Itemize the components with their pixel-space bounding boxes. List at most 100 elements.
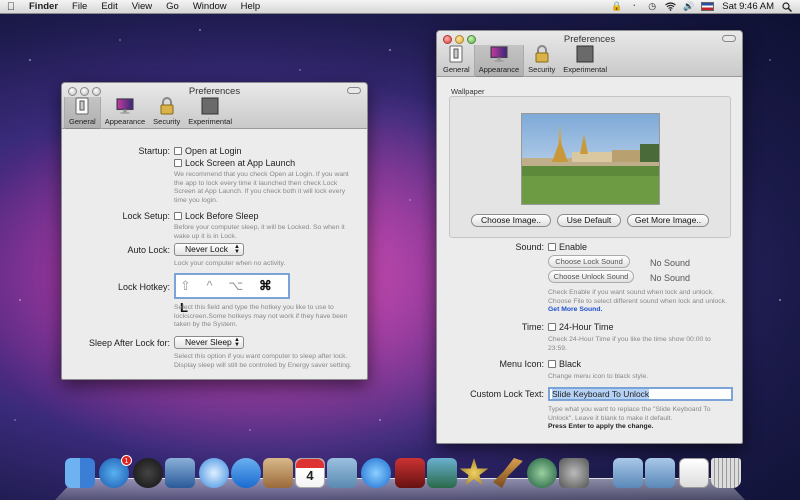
chevron-updown-icon: ▲ ▼ [234,244,240,255]
tab-general-label: General [69,117,96,126]
lock-setup-help-text: Before your computer sleep, it will be L… [174,224,345,240]
preview-icon[interactable] [327,458,357,488]
appearance-icon [490,45,508,63]
black-menu-icon-checkbox[interactable]: Black [548,359,581,369]
finder-icon[interactable] [65,458,95,488]
app-store-icon[interactable]: 1 [99,455,132,488]
trash-icon[interactable] [711,458,741,488]
sleep-after-lock-popup[interactable]: Never Sleep ▲ ▼ [174,336,244,349]
bluetooth-icon[interactable]: ᛫ [629,2,639,11]
tab-experimental[interactable]: Experimental [559,45,611,77]
clock[interactable]: Sat 9:46 AM [722,1,774,12]
custom-lock-text-label: Custom Lock Text: [470,389,544,399]
menu-icon-label: Menu Icon: [499,359,544,369]
menu-edit[interactable]: Edit [94,1,124,12]
wifi-icon[interactable] [665,2,677,11]
documents-folder-icon[interactable] [645,458,675,488]
menu-file[interactable]: File [65,1,94,12]
volume-icon[interactable]: 🔊 [683,2,694,11]
auto-lock-label: Auto Lock: [127,245,170,255]
toolbar-toggle-button[interactable] [347,87,361,94]
menu-go[interactable]: Go [159,1,186,12]
system-preferences-icon[interactable] [559,458,589,488]
choose-lock-sound-button[interactable]: Choose Lock Sound [548,255,630,268]
itunes-icon[interactable] [361,458,391,488]
preferences-toolbar: General Appearance Security Experimental [439,45,611,77]
photo-booth-icon[interactable] [395,458,425,488]
lock-sound-value: No Sound [650,258,691,268]
window-title: Preferences [563,34,616,45]
hotkey-field[interactable]: ⇧ ^ ⌥ ⌘ L [174,273,290,315]
enable-sound-checkbox[interactable]: Enable [548,242,587,252]
safari-icon[interactable] [199,458,229,488]
tab-experimental-label: Experimental [563,65,608,74]
time-machine-icon[interactable]: ◷ [647,2,657,11]
menu-help[interactable]: Help [234,1,268,12]
general-icon [447,45,465,63]
tab-general[interactable]: General [64,97,101,129]
tab-experimental-label: Experimental [188,117,233,126]
lock-before-sleep-checkbox[interactable]: Lock Before Sleep [174,211,259,221]
tab-appearance[interactable]: Appearance [101,97,149,129]
iphoto-icon[interactable] [427,458,457,488]
use-default-button[interactable]: Use Default [557,214,621,227]
open-at-login-checkbox[interactable]: Open at Login [174,146,242,156]
experimental-icon [201,97,219,115]
padlock-icon [158,97,176,115]
lock-icon[interactable]: 🔒 [611,2,622,11]
dock: 1 4 [55,452,745,500]
unlock-sound-value: No Sound [650,273,691,283]
window-titlebar[interactable]: Preferences General Appearance Security [62,83,367,129]
toolbar-toggle-button[interactable] [722,35,736,42]
menu-window[interactable]: Window [186,1,234,12]
24-hour-time-checkbox[interactable]: 24-Hour Time [548,322,614,332]
sound-label: Sound: [515,242,544,252]
tab-appearance[interactable]: Appearance [473,45,525,77]
padlock-icon [533,45,551,63]
wallpaper-preview-image [521,113,660,205]
auto-lock-popup[interactable]: Never Lock ▲ ▼ [174,243,244,256]
get-more-image-button[interactable]: Get More Image.. [627,214,709,227]
menu-app-name[interactable]: Finder [22,1,65,12]
hotkey-help-text: Select this field and type the hotkey yo… [174,304,348,328]
custom-lock-text-field[interactable]: Slide Keyboard To Unlock [548,387,733,401]
startup-help-text: We recommend that you check Open at Logi… [174,171,349,204]
preferences-window-appearance: Preferences General Appearance Security [436,30,743,444]
flag-icon[interactable] [701,2,715,11]
menu-view[interactable]: View [125,1,159,12]
applications-folder-icon[interactable] [613,458,643,488]
general-icon [73,97,91,115]
spotlight-icon[interactable] [782,2,793,13]
time-machine-icon[interactable] [527,458,557,488]
address-book-icon[interactable] [263,458,293,488]
menu-bar:  Finder File Edit View Go Window Help 🔒… [0,0,800,14]
tab-experimental[interactable]: Experimental [184,97,236,129]
wallpaper-group: Choose Image.. Use Default Get More Imag… [449,96,731,238]
sleep-help-text: Select this option if you want computer … [174,353,352,369]
tab-security[interactable]: Security [149,97,184,129]
facetime-icon[interactable] [231,458,261,488]
menu-icon-help-text: Change menu icon to black style. [548,373,649,380]
time-help-text: Check 24-Hour Time if you like the time … [548,336,711,352]
choose-unlock-sound-button[interactable]: Choose Unlock Sound [548,270,634,283]
tab-security[interactable]: Security [524,45,559,77]
ical-icon[interactable]: 4 [295,458,325,488]
time-label: Time: [521,322,544,332]
apple-icon[interactable]:  [0,1,22,13]
app-store-badge: 1 [121,455,132,466]
experimental-icon [576,45,594,63]
tab-general[interactable]: General [439,45,474,77]
dashboard-icon[interactable] [133,458,163,488]
startup-label: Startup: [138,146,170,156]
lock-setup-label: Lock Setup: [122,211,170,221]
mail-stamp-icon[interactable] [165,458,195,488]
tab-appearance-label: Appearance [478,65,520,74]
get-more-sound-link[interactable]: Get More Sound. [548,306,727,315]
choose-image-button[interactable]: Choose Image.. [471,214,551,227]
lock-screen-app-launch-checkbox[interactable]: Lock Screen at App Launch [174,158,295,168]
preferences-window-general: Preferences General Appearance Security [61,82,368,380]
sound-help-text: Check Enable if you want sound when lock… [548,289,727,315]
tab-appearance-label: Appearance [104,117,146,126]
window-titlebar[interactable]: Preferences General Appearance Security [437,31,742,77]
downloads-icon[interactable] [679,458,709,488]
